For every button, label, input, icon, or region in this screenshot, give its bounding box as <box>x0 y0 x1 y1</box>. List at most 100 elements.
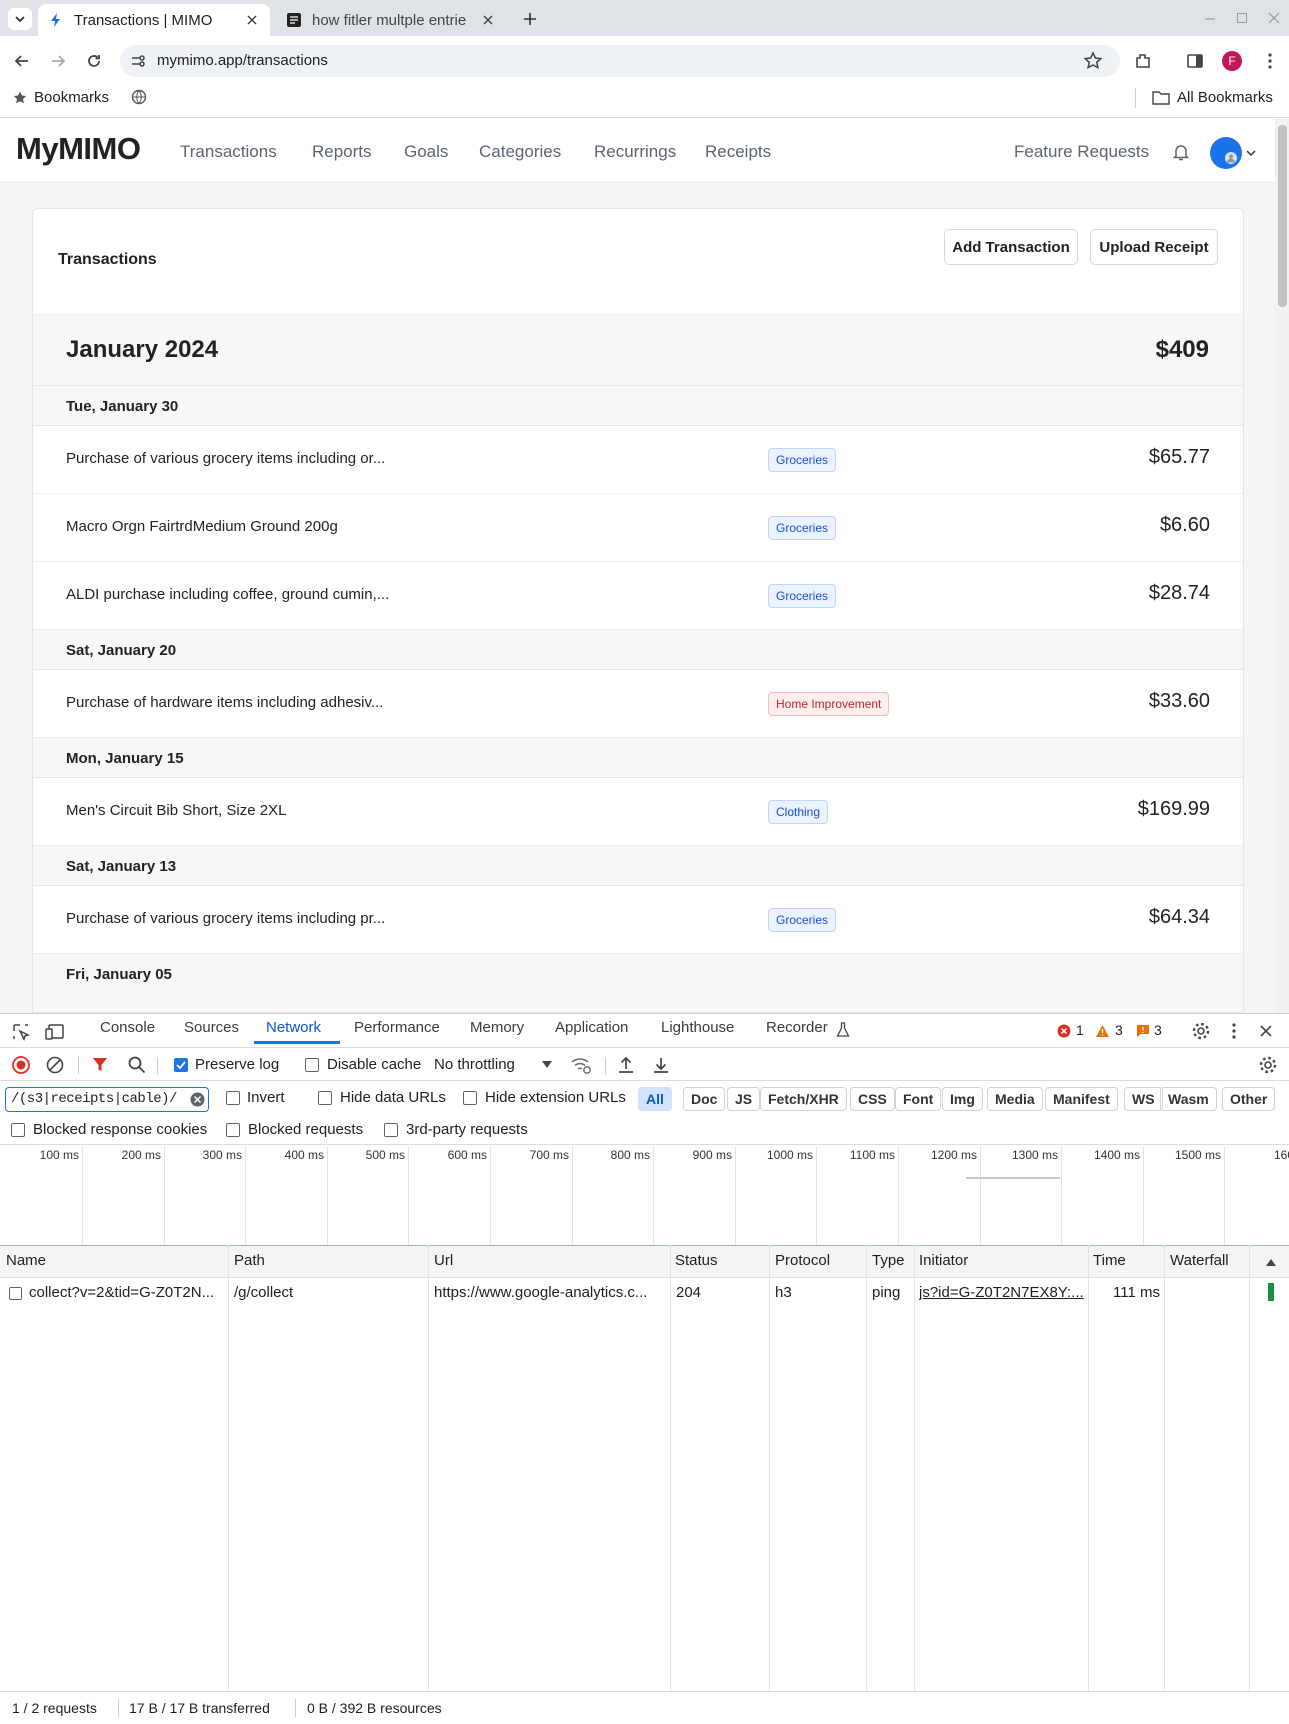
devtools-tab-sources[interactable]: Sources <box>184 1019 239 1036</box>
minimize-icon[interactable] <box>1202 10 1218 26</box>
user-avatar[interactable] <box>1210 137 1242 169</box>
device-toolbar-icon[interactable] <box>45 1022 67 1042</box>
transaction-row[interactable]: Men's Circuit Bib Short, Size 2XL Clothi… <box>33 778 1243 846</box>
type-filter-manifest[interactable]: Manifest <box>1045 1087 1118 1111</box>
feature-requests-link[interactable]: Feature Requests <box>1014 142 1149 162</box>
nav-goals[interactable]: Goals <box>404 142 448 162</box>
nav-receipts[interactable]: Receipts <box>705 142 771 162</box>
type-filter-media[interactable]: Media <box>987 1087 1043 1111</box>
globe-icon[interactable] <box>131 89 147 105</box>
blocked-response-cookies-label[interactable]: Blocked response cookies <box>33 1121 207 1138</box>
upload-har-icon[interactable] <box>617 1055 635 1075</box>
type-filter-font[interactable]: Font <box>895 1087 942 1111</box>
throttling-select[interactable]: No throttling <box>434 1056 515 1073</box>
browser-tab-github[interactable]: how fitler multple entrie <box>276 4 506 36</box>
blocked-requests-checkbox[interactable] <box>226 1123 240 1137</box>
column-name[interactable]: Name <box>6 1252 46 1269</box>
devtools-tab-memory[interactable]: Memory <box>470 1019 524 1036</box>
column-initiator[interactable]: Initiator <box>919 1252 968 1269</box>
blocked-requests-label[interactable]: Blocked requests <box>248 1121 363 1138</box>
close-icon[interactable] <box>480 12 496 28</box>
column-protocol[interactable]: Protocol <box>775 1252 830 1269</box>
new-tab-plus-icon[interactable] <box>521 10 539 28</box>
category-badge[interactable]: Groceries <box>768 448 837 472</box>
window-close-icon[interactable] <box>1266 10 1282 26</box>
network-conditions-icon[interactable] <box>570 1055 592 1075</box>
clear-icon[interactable] <box>45 1055 65 1075</box>
bell-icon[interactable] <box>1171 142 1191 162</box>
sort-up-icon[interactable] <box>1265 1257 1277 1267</box>
bookmark-star-icon[interactable] <box>1083 51 1103 71</box>
disable-cache-label[interactable]: Disable cache <box>327 1056 421 1073</box>
category-badge[interactable]: Groceries <box>768 516 837 540</box>
devtools-tab-network[interactable]: Network <box>266 1019 321 1036</box>
download-har-icon[interactable] <box>652 1055 670 1075</box>
browser-tab-transactions[interactable]: Transactions | MIMO <box>38 4 270 36</box>
profile-avatar[interactable]: F <box>1222 51 1242 71</box>
devtools-tab-application[interactable]: Application <box>555 1019 628 1036</box>
third-party-requests-checkbox[interactable] <box>384 1123 398 1137</box>
upload-receipt-button[interactable]: Upload Receipt <box>1090 229 1218 265</box>
type-filter-wasm[interactable]: Wasm <box>1160 1087 1217 1111</box>
nav-transactions[interactable]: Transactions <box>180 142 277 162</box>
page-scrollbar-thumb[interactable] <box>1278 125 1287 307</box>
clear-filter-icon[interactable] <box>190 1092 205 1107</box>
type-filter-all[interactable]: All <box>638 1087 672 1111</box>
type-filter-doc[interactable]: Doc <box>683 1087 726 1111</box>
devtools-tab-lighthouse[interactable]: Lighthouse <box>661 1019 734 1036</box>
devtools-tab-performance[interactable]: Performance <box>354 1019 440 1036</box>
column-type[interactable]: Type <box>872 1252 905 1269</box>
close-devtools-icon[interactable] <box>1258 1023 1274 1039</box>
network-settings-gear-icon[interactable] <box>1258 1055 1278 1075</box>
nav-categories[interactable]: Categories <box>479 142 561 162</box>
blocked-response-cookies-checkbox[interactable] <box>11 1123 25 1137</box>
type-filter-img[interactable]: Img <box>942 1087 983 1111</box>
transaction-row[interactable]: Purchase of various grocery items includ… <box>33 426 1243 494</box>
column-time[interactable]: Time <box>1093 1252 1126 1269</box>
error-icon[interactable] <box>1057 1024 1071 1038</box>
more-vert-icon[interactable] <box>1226 1021 1242 1041</box>
category-badge[interactable]: Home Improvement <box>768 692 890 716</box>
disable-cache-checkbox[interactable] <box>305 1058 319 1072</box>
type-filter-js[interactable]: JS <box>727 1087 761 1111</box>
back-arrow-icon[interactable] <box>12 51 32 71</box>
column-waterfall[interactable]: Waterfall <box>1170 1252 1229 1269</box>
reload-icon[interactable] <box>84 51 104 71</box>
request-name[interactable]: collect?v=2&tid=G-Z0T2N... <box>29 1284 225 1301</box>
chevron-down-icon[interactable] <box>1245 147 1257 159</box>
request-row-checkbox[interactable] <box>9 1287 22 1300</box>
record-stop-icon[interactable] <box>11 1055 31 1075</box>
side-panel-icon[interactable] <box>1185 51 1205 71</box>
hide-extension-urls-checkbox[interactable] <box>463 1091 477 1105</box>
add-transaction-button[interactable]: Add Transaction <box>944 229 1078 265</box>
type-filter-other[interactable]: Other <box>1222 1087 1276 1111</box>
filter-funnel-icon[interactable] <box>91 1056 109 1074</box>
hide-extension-urls-label[interactable]: Hide extension URLs <box>485 1089 626 1106</box>
type-filter-ws[interactable]: WS <box>1124 1087 1163 1111</box>
devtools-tab-console[interactable]: Console <box>100 1019 155 1036</box>
close-icon[interactable] <box>244 12 260 28</box>
request-initiator-link[interactable]: js?id=G-Z0T2N7EX8Y:... <box>919 1284 1085 1301</box>
nav-recurrings[interactable]: Recurrings <box>594 142 676 162</box>
category-badge[interactable]: Groceries <box>768 908 837 932</box>
inspect-element-icon[interactable] <box>11 1022 31 1042</box>
settings-gear-icon[interactable] <box>1191 1021 1211 1041</box>
transaction-row[interactable]: Purchase of various grocery items includ… <box>33 886 1243 954</box>
extensions-icon[interactable] <box>1133 51 1153 71</box>
transaction-row[interactable]: ALDI purchase including coffee, ground c… <box>33 562 1243 630</box>
nav-reports[interactable]: Reports <box>312 142 372 162</box>
app-logo[interactable]: MyMIMO <box>16 131 141 167</box>
transaction-row[interactable]: Purchase of hardware items including adh… <box>33 670 1243 738</box>
more-vert-icon[interactable] <box>1260 51 1280 71</box>
site-info-icon[interactable] <box>130 53 146 69</box>
preserve-log-checkbox[interactable] <box>174 1058 188 1072</box>
devtools-tab-recorder[interactable]: Recorder <box>766 1019 828 1036</box>
filter-input[interactable]: /(s3|receipts|cable)/ <box>5 1087 209 1112</box>
invert-label[interactable]: Invert <box>247 1089 285 1106</box>
category-badge[interactable]: Clothing <box>768 800 829 824</box>
type-filter-css[interactable]: CSS <box>850 1087 895 1111</box>
third-party-requests-label[interactable]: 3rd-party requests <box>406 1121 528 1138</box>
issues-icon[interactable] <box>1136 1024 1150 1038</box>
forward-arrow-icon[interactable] <box>48 51 68 71</box>
all-bookmarks-label[interactable]: All Bookmarks <box>1177 89 1273 106</box>
